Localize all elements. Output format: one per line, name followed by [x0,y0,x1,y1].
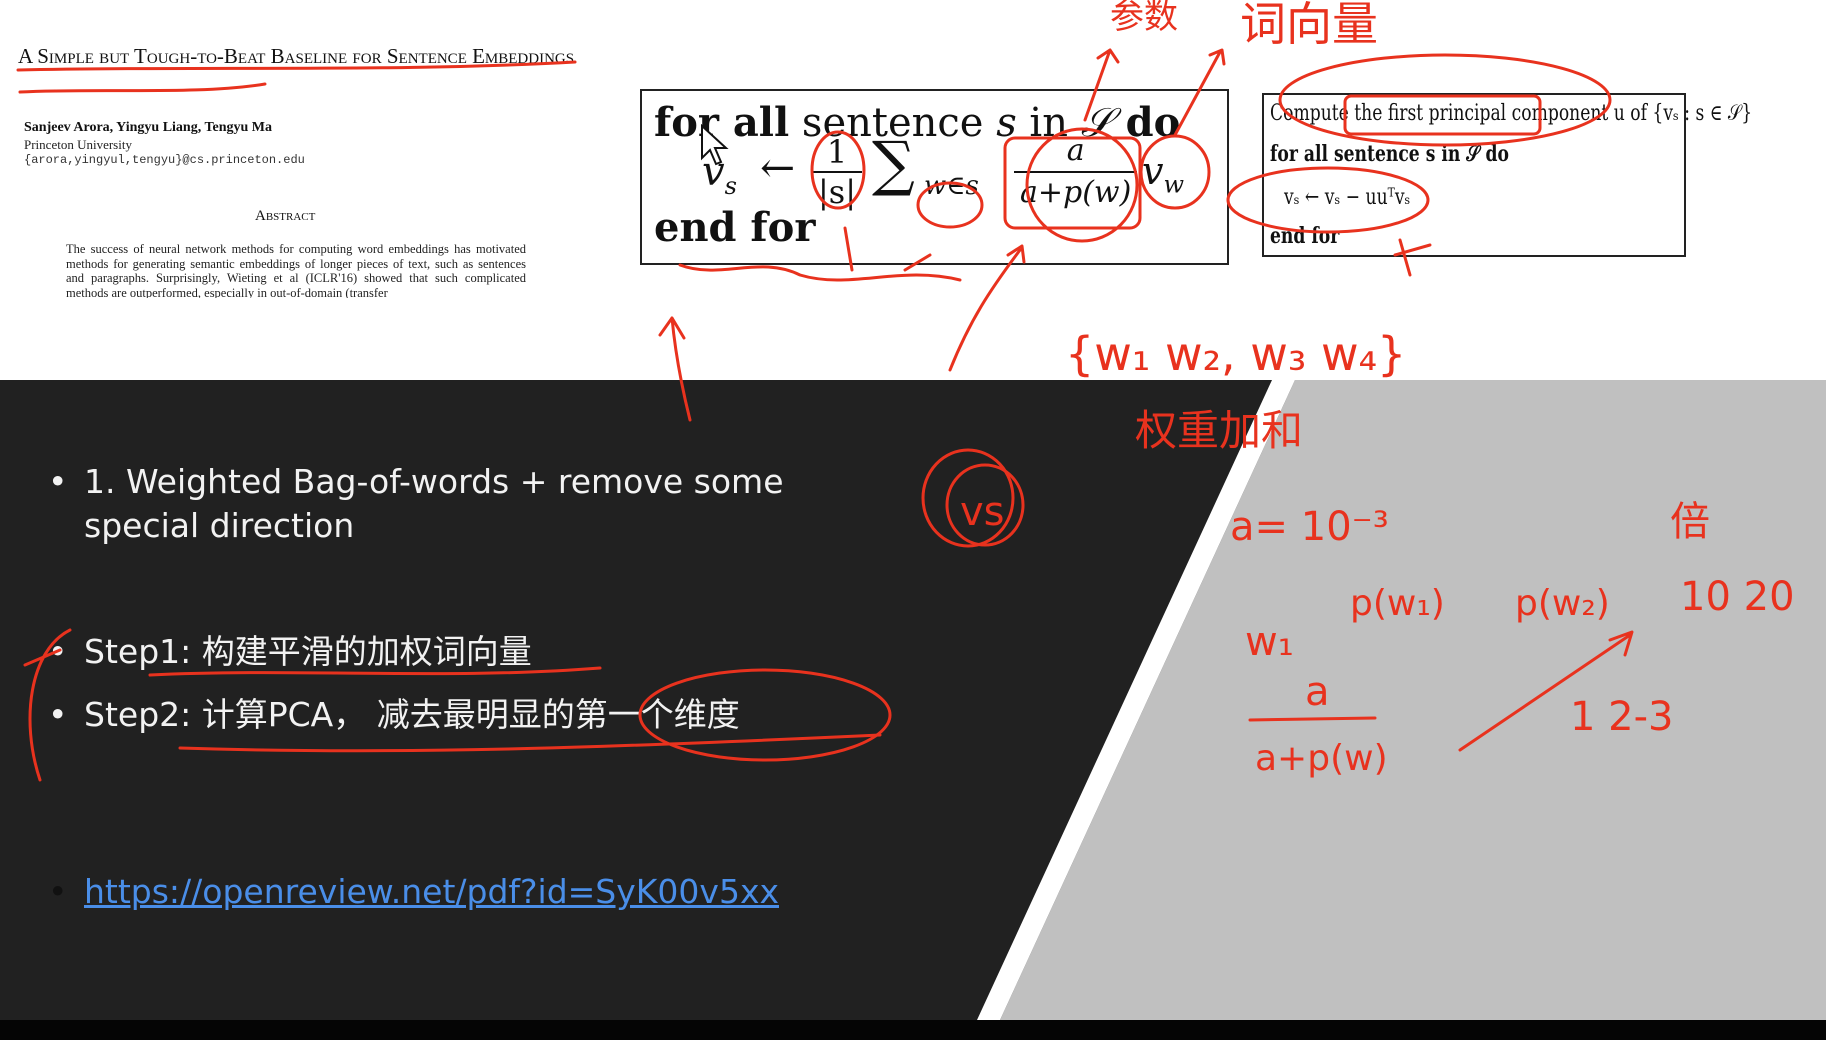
abstract-heading: Abstract [255,208,316,224]
bullet-step1: Step1: 构建平滑的加权词向量 [48,630,532,674]
fraction-one-over-s: 1 |s| [812,133,862,211]
algo2-line-update: vₛ ← vₛ − uuᵀvₛ [1284,185,1411,210]
assign-arrow: ← [760,143,796,192]
mouse-cursor-icon [701,124,729,166]
sum-subscript: w∈s [924,171,979,201]
paper-email: {arora,yingyul,tengyu}@cs.princeton.edu [24,153,305,167]
algorithm-box-pca-removal: Compute the first principal component u … [1262,93,1752,257]
paper-title: A Simple but Tough-to-Beat Baseline for … [18,44,575,68]
sum-symbol: ∑ [872,129,915,199]
vw-variable: vw [1142,149,1185,199]
paper-authors: Sanjeev Arora, Yingyu Liang, Tengyu Ma [24,120,273,135]
openreview-link[interactable]: https://openreview.net/pdf?id=SyK00v5xx [84,872,779,911]
weight-fraction: a a+p(w) [1014,131,1138,213]
algo1-end-for: end for [654,204,816,251]
bottom-bar [0,1020,1826,1040]
bullet-weighted-bow: 1. Weighted Bag-of-words + remove some s… [48,460,904,548]
paper-screenshot: A Simple but Tough-to-Beat Baseline for … [0,0,1826,380]
algo2-line-compute-pc: Compute the first principal component u … [1270,101,1753,126]
algo2-line-for: for all sentence s in 𝒮 do [1270,141,1509,167]
abstract-text: The success of neural network methods fo… [66,242,526,298]
algorithm-box-weighted-average: for all sentence s in 𝒮 do vs ← 1 |s| ∑ … [640,89,1229,265]
algo2-line-end-for: end for [1270,223,1340,249]
paper-affiliation: Princeton University [24,137,132,152]
bullet-link: https://openreview.net/pdf?id=SyK00v5xx [48,870,779,914]
bullet-step2: Step2: 计算PCA， 减去最明显的第一个维度 [48,693,740,737]
